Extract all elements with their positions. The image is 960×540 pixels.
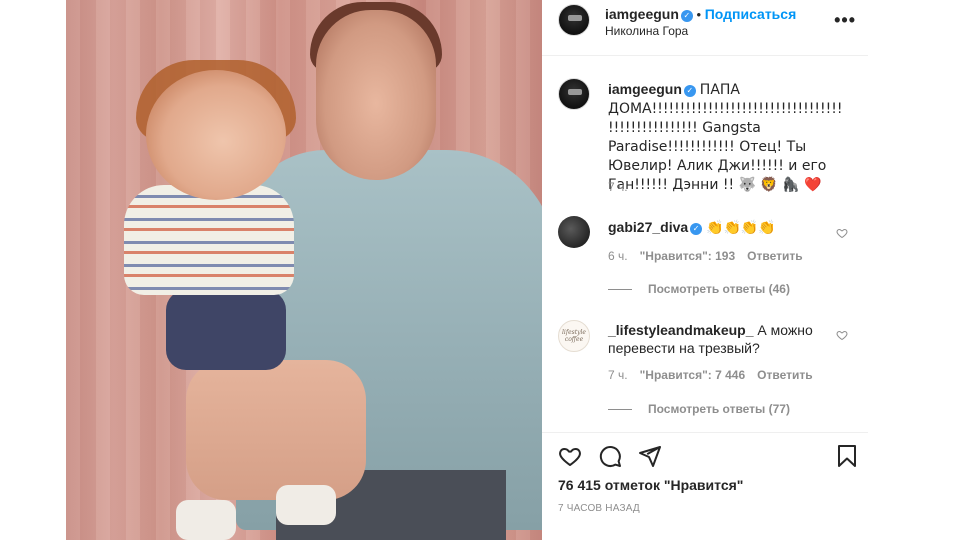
comment-meta: 6 ч. "Нравится": 193 Ответить (608, 249, 803, 263)
caption-username[interactable]: iamgeegun (608, 81, 682, 97)
comment-like-icon[interactable] (836, 329, 848, 341)
comment-time[interactable]: 6 ч. (608, 249, 628, 263)
avatar-logo: lifestyle coffee (562, 329, 586, 343)
reply-button[interactable]: Ответить (747, 249, 802, 263)
send-icon[interactable] (638, 444, 662, 468)
comment-time[interactable]: 7 ч. (608, 368, 628, 382)
post-sidebar: iamgeegun ✓ • Подписаться Николина Гора •… (542, 0, 868, 540)
comment-icon[interactable] (598, 444, 622, 468)
likes-count[interactable]: 76 415 отметок "Нравится" (558, 477, 743, 493)
verified-badge-icon: ✓ (690, 223, 703, 235)
comment-username[interactable]: _lifestyleandmakeup_ (608, 322, 754, 338)
comment-likes[interactable]: "Нравится": 7 446 (640, 368, 746, 382)
verified-badge-icon: ✓ (683, 85, 696, 97)
comment-like-icon[interactable] (836, 227, 848, 239)
view-replies-button[interactable]: Посмотреть ответы (46) (608, 282, 790, 296)
view-replies-label: Посмотреть ответы (46) (648, 282, 790, 296)
post-time[interactable]: 7 часов назад (558, 503, 640, 514)
owner-username[interactable]: iamgeegun (605, 6, 679, 22)
caption-time[interactable]: 7 ч. (608, 180, 628, 194)
heart-icon[interactable] (558, 444, 582, 468)
owner-avatar[interactable] (558, 4, 590, 36)
more-options-icon[interactable]: ••• (834, 10, 856, 31)
post-location[interactable]: Николина Гора (605, 24, 796, 38)
caption-text: ПАПА ДОМА!!!!!!!!!!!!!!!!!!!!!!!!!!!!!!!… (608, 82, 843, 193)
comment-likes[interactable]: "Нравится": 193 (640, 249, 736, 263)
comment: _lifestyleandmakeup_ А можно перевести н… (608, 321, 834, 357)
bookmark-icon[interactable] (836, 444, 858, 468)
follow-button[interactable]: Подписаться (705, 6, 797, 22)
comment: gabi27_diva ✓ 👏👏👏👏 (608, 218, 834, 237)
comment-meta: 7 ч. "Нравится": 7 446 Ответить (608, 368, 813, 382)
comment-avatar[interactable]: lifestyle coffee (558, 320, 590, 352)
verified-badge-icon: ✓ (680, 10, 693, 22)
comment-text: 👏👏👏👏 (706, 220, 776, 236)
reply-button[interactable]: Ответить (757, 368, 812, 382)
view-replies-label: Посмотреть ответы (77) (648, 402, 790, 416)
view-replies-button[interactable]: Посмотреть ответы (77) (608, 402, 790, 416)
comment-username[interactable]: gabi27_diva (608, 219, 688, 235)
post-caption: iamgeegun ✓ ПАПА ДОМА!!!!!!!!!!!!!!!!!!!!… (608, 80, 844, 194)
post-photo[interactable] (66, 0, 542, 540)
caption-avatar[interactable] (558, 78, 590, 110)
post-header: iamgeegun ✓ • Подписаться Николина Гора (605, 6, 797, 38)
post-actions (558, 444, 856, 470)
comment-avatar[interactable] (558, 216, 590, 248)
